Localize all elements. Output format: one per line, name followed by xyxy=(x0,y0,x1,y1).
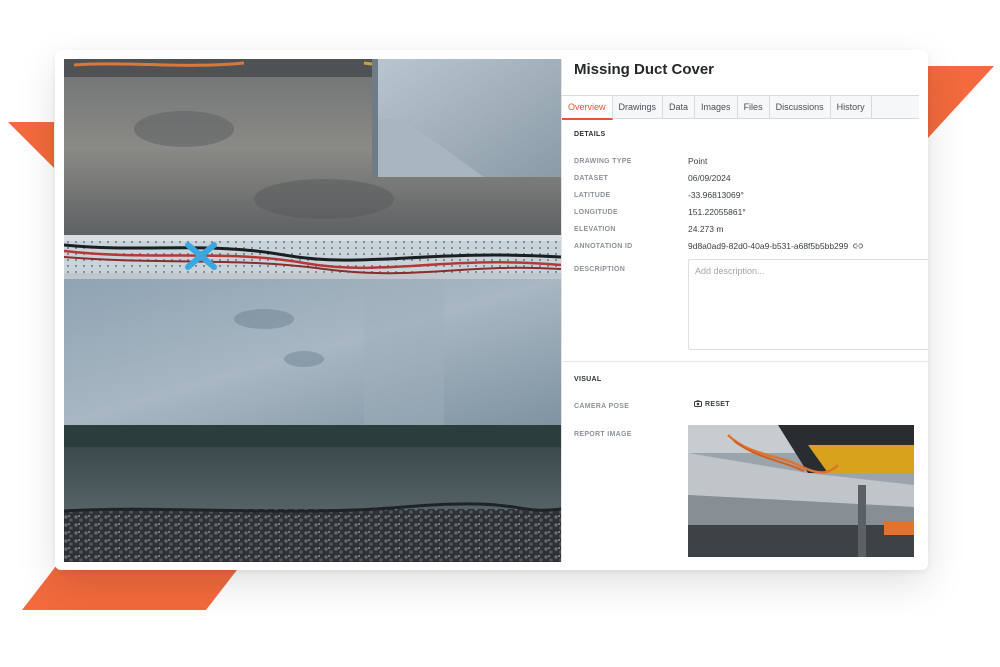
image-viewer[interactable] xyxy=(64,59,561,562)
decorative-orange-shape-right xyxy=(928,66,994,138)
annotation-id-label: ANNOTATION ID xyxy=(574,243,633,250)
decorative-orange-shape-bottom xyxy=(22,566,240,610)
tab-overview[interactable]: Overview xyxy=(562,96,613,120)
camera-pose-label: CAMERA POSE xyxy=(574,403,630,410)
tab-images[interactable]: Images xyxy=(695,96,738,119)
tab-history[interactable]: History xyxy=(831,96,872,119)
longitude-value: 151.22055861° xyxy=(688,207,746,217)
section-divider xyxy=(562,361,928,362)
tab-drawings[interactable]: Drawings xyxy=(613,96,664,119)
tab-files[interactable]: Files xyxy=(738,96,770,119)
site-photo xyxy=(64,59,561,562)
elevation-label: ELEVATION xyxy=(574,226,616,233)
camera-icon xyxy=(694,400,702,409)
annotation-title: Missing Duct Cover xyxy=(574,61,715,78)
drawing-type-label: DRAWING TYPE xyxy=(574,158,632,165)
tab-discussions[interactable]: Discussions xyxy=(770,96,831,119)
tab-data[interactable]: Data xyxy=(663,96,696,119)
link-icon[interactable] xyxy=(853,242,864,252)
tab-bar: Overview Drawings Data Images Files Disc… xyxy=(562,95,919,120)
annotation-detail-panel: Missing Duct Cover Overview Drawings Dat… xyxy=(561,59,928,562)
latitude-value: -33.96813069° xyxy=(688,190,744,200)
latitude-label: LATITUDE xyxy=(574,192,611,199)
annotation-window: Missing Duct Cover Overview Drawings Dat… xyxy=(55,50,928,570)
decorative-orange-shape-left xyxy=(8,122,54,168)
description-label: DESCRIPTION xyxy=(574,266,626,273)
reset-camera-button[interactable]: RESET xyxy=(694,400,730,409)
annotation-id-row: 9d8a0ad9-82d0-40a9-b531-a68f5b5bb299 xyxy=(688,241,864,252)
visual-heading: VISUAL xyxy=(574,376,602,383)
dataset-label: DATASET xyxy=(574,175,609,182)
report-image[interactable] xyxy=(688,425,914,557)
annotation-id-value: 9d8a0ad9-82d0-40a9-b531-a68f5b5bb299 xyxy=(688,241,849,251)
elevation-value: 24.273 m xyxy=(688,224,724,234)
reset-button-label: RESET xyxy=(705,401,730,408)
report-image-label: REPORT IMAGE xyxy=(574,431,632,438)
details-heading: DETAILS xyxy=(574,131,606,138)
dataset-value: 06/09/2024 xyxy=(688,173,731,183)
description-input[interactable] xyxy=(688,259,928,350)
drawing-type-value: Point xyxy=(688,156,708,166)
longitude-label: LONGITUDE xyxy=(574,209,618,216)
